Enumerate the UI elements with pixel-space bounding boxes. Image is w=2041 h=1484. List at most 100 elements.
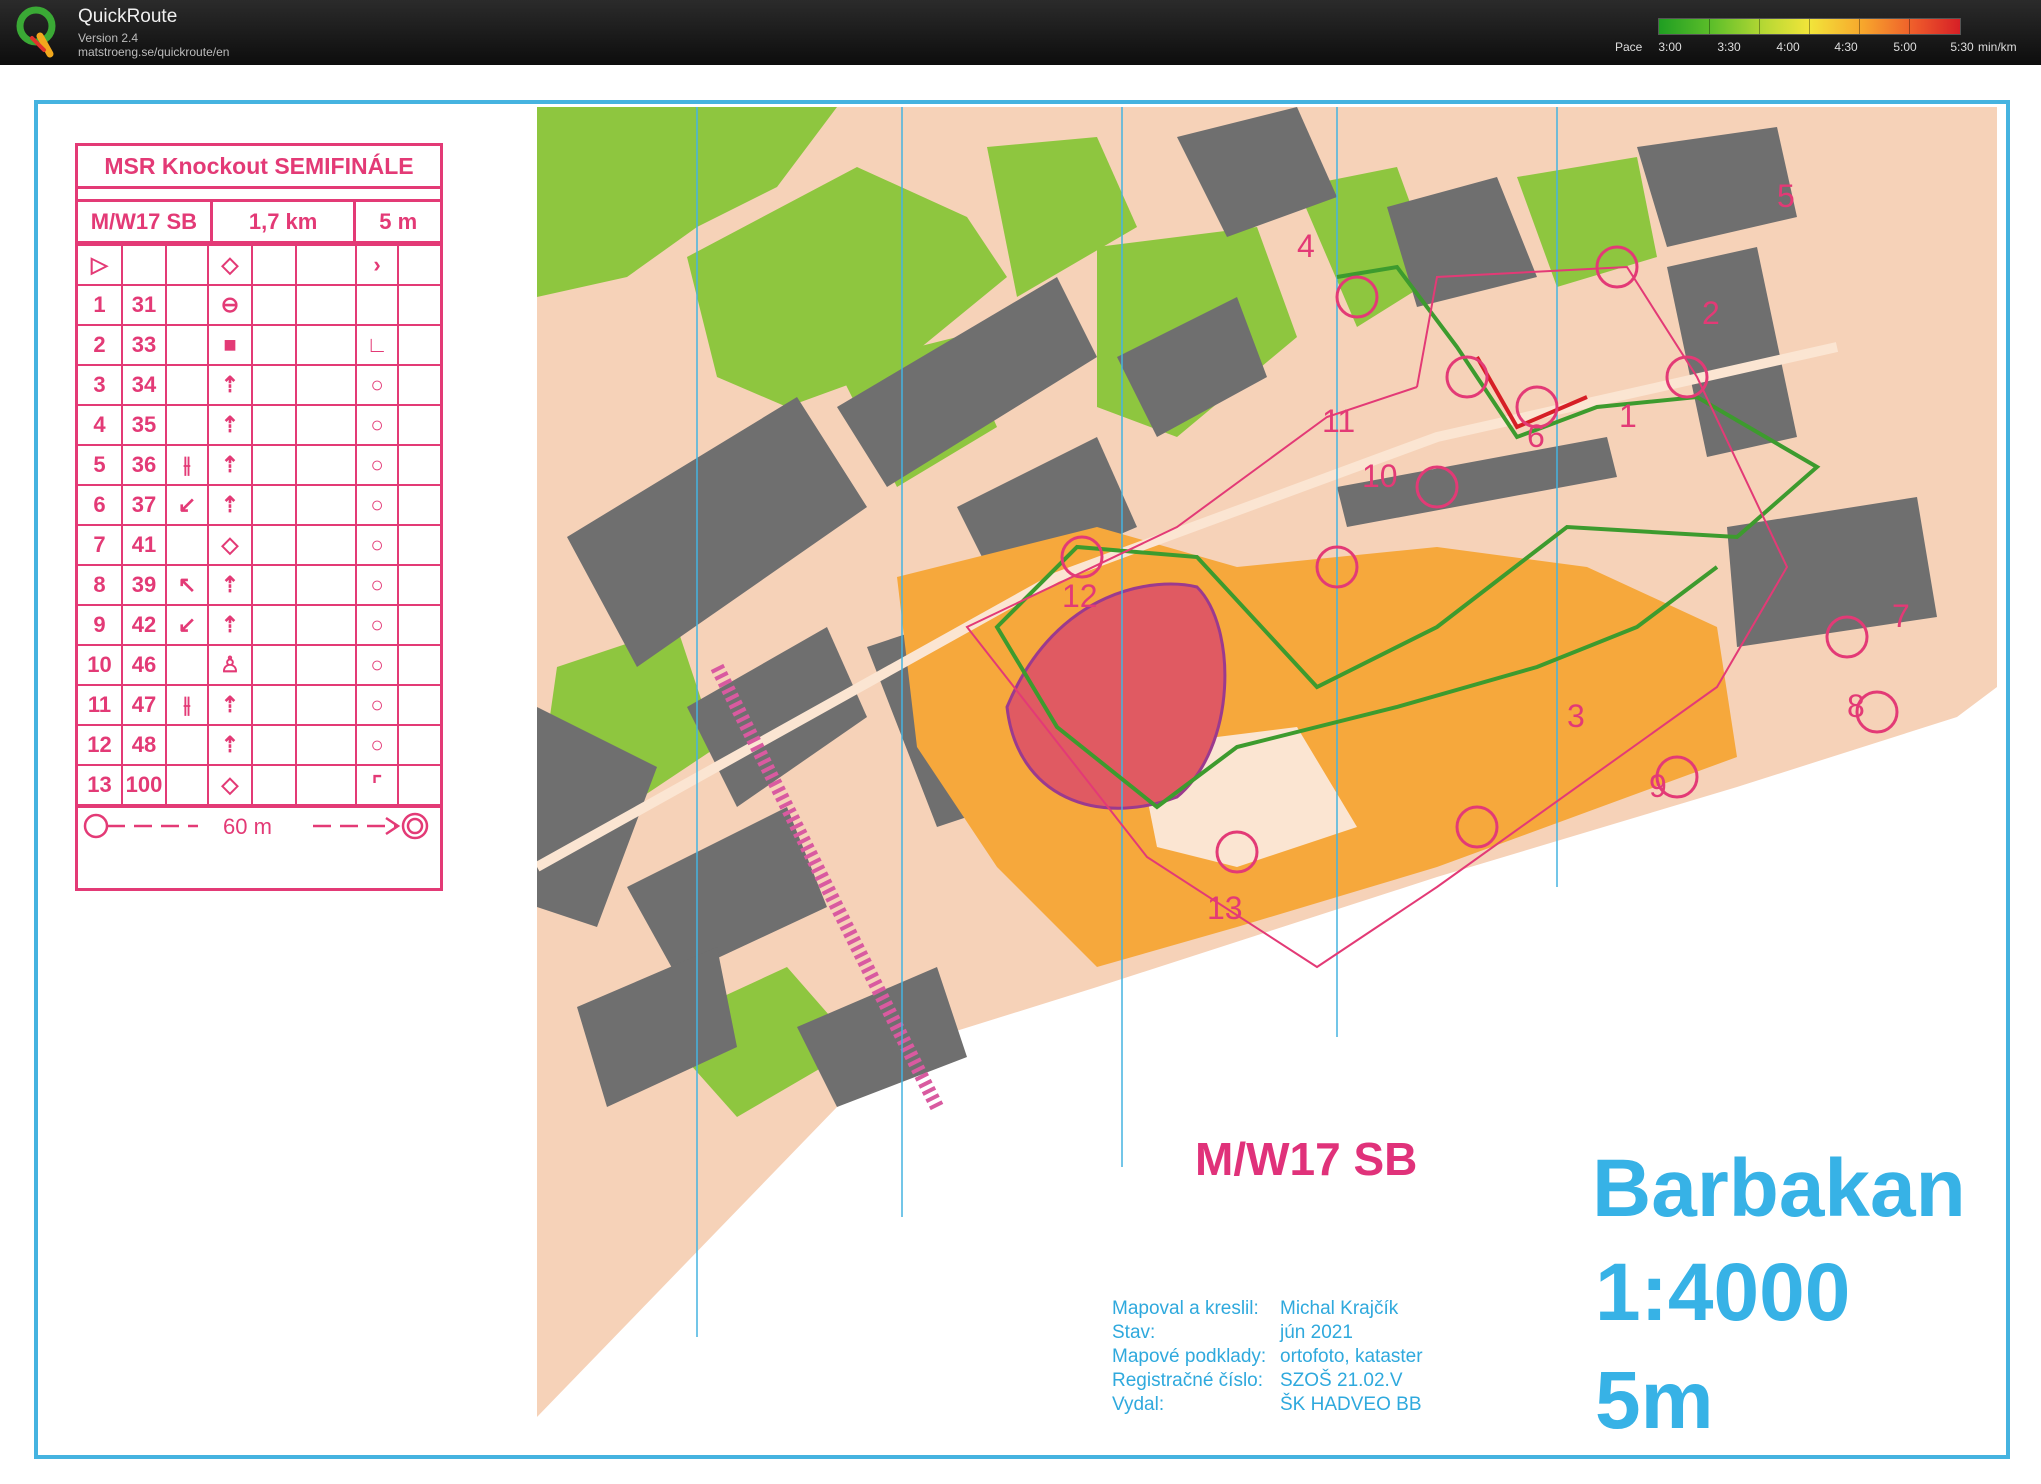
card-cell: 31 bbox=[121, 284, 167, 326]
control-row: 7 41 ◇ ○ bbox=[78, 524, 440, 566]
card-cell bbox=[251, 404, 297, 446]
quickroute-logo-icon bbox=[16, 6, 56, 58]
control-number: 7 bbox=[1892, 598, 1910, 634]
control-row: 5 36 ⫲ ⇡ ○ bbox=[78, 444, 440, 486]
card-cell: 34 bbox=[121, 364, 167, 406]
side-icon: ○ bbox=[355, 444, 399, 486]
card-cell: 39 bbox=[121, 564, 167, 606]
control-number: 12 bbox=[1062, 578, 1098, 614]
card-cell bbox=[397, 764, 440, 806]
card-cell: 6 bbox=[78, 484, 123, 526]
card-cell bbox=[295, 604, 357, 646]
tree-icon: ⇡ bbox=[207, 444, 253, 486]
credit-value: SZOŠ 21.02.V bbox=[1280, 1370, 1403, 1391]
control-description-card: MSR Knockout SEMIFINÁLE M/W17 SB 1,7 km … bbox=[75, 143, 443, 891]
card-cell bbox=[251, 244, 297, 286]
card-cell: 13 bbox=[78, 764, 123, 806]
credit-value: ŠK HADVEO BB bbox=[1280, 1394, 1422, 1415]
control-number: 4 bbox=[1297, 228, 1315, 264]
card-cell bbox=[165, 724, 209, 766]
card-cell: 8 bbox=[78, 564, 123, 606]
control-row: 3 34 ⇡ ○ bbox=[78, 364, 440, 406]
card-cell bbox=[251, 564, 297, 606]
card-cell bbox=[397, 724, 440, 766]
credit-value: Michal Krajčík bbox=[1280, 1298, 1399, 1319]
card-cell bbox=[251, 284, 297, 326]
card-title: MSR Knockout SEMIFINÁLE bbox=[78, 146, 440, 189]
card-cell bbox=[295, 724, 357, 766]
card-cell: 3 bbox=[78, 364, 123, 406]
solid-square-icon: ■ bbox=[207, 324, 253, 366]
pace-tick: 5:00 bbox=[1893, 40, 1917, 54]
control-number: 5 bbox=[1777, 178, 1795, 214]
card-cell: 42 bbox=[121, 604, 167, 646]
card-cell bbox=[397, 484, 440, 526]
card-cell bbox=[397, 644, 440, 686]
card-cell bbox=[295, 564, 357, 606]
card-cell: 41 bbox=[121, 524, 167, 566]
card-cell: 5 bbox=[78, 444, 123, 486]
control-number: 13 bbox=[1207, 890, 1243, 926]
card-cell bbox=[295, 284, 357, 326]
card-cell: 12 bbox=[78, 724, 123, 766]
control-row: 2 33 ■ ∟ bbox=[78, 324, 440, 366]
chevron-right-icon: › bbox=[355, 244, 399, 286]
card-cell bbox=[397, 364, 440, 406]
pit-icon: ⊖ bbox=[207, 284, 253, 326]
pace-tick: 5:30 bbox=[1950, 40, 1974, 54]
control-row: 10 46 ♙ ○ bbox=[78, 644, 440, 686]
title-bar: QuickRoute Version 2.4 matstroeng.se/qui… bbox=[0, 0, 2041, 65]
pace-unit: min/km bbox=[1978, 40, 2017, 54]
pace-legend: Pace 3:00 3:30 4:00 4:30 5:00 5:30 min/k… bbox=[1610, 18, 2041, 58]
card-cell: 46 bbox=[121, 644, 167, 686]
credit-key: Vydal: bbox=[1112, 1394, 1165, 1415]
side-icon: ○ bbox=[355, 404, 399, 446]
card-cell bbox=[397, 684, 440, 726]
card-cell bbox=[165, 524, 209, 566]
card-cell bbox=[397, 564, 440, 606]
card-cell: 4 bbox=[78, 404, 123, 446]
arrow-down-left-icon: ↙ bbox=[165, 484, 209, 526]
control-number: 6 bbox=[1527, 418, 1545, 454]
card-cell bbox=[295, 444, 357, 486]
card-cell: 2 bbox=[78, 324, 123, 366]
arrow-up-left-icon: ↖ bbox=[165, 564, 209, 606]
course-length: 1,7 km bbox=[213, 202, 357, 241]
pace-tick: 4:30 bbox=[1834, 40, 1858, 54]
card-cell: 100 bbox=[121, 764, 167, 806]
credit-key: Mapoval a kreslil: bbox=[1112, 1298, 1259, 1319]
card-cell: 48 bbox=[121, 724, 167, 766]
card-cell bbox=[251, 604, 297, 646]
card-cell bbox=[165, 364, 209, 406]
card-cell: 35 bbox=[121, 404, 167, 446]
card-cell bbox=[251, 764, 297, 806]
map-credits: Mapoval a kreslil: Michal Krajčík Stav: jú… bbox=[1112, 1297, 1423, 1417]
card-cell bbox=[165, 764, 209, 806]
course-climb: 5 m bbox=[379, 208, 418, 234]
start-triangle-icon: ▷ bbox=[78, 244, 123, 286]
card-cell bbox=[397, 244, 440, 286]
tree-icon: ⇡ bbox=[207, 404, 253, 446]
card-cell bbox=[251, 644, 297, 686]
card-cell bbox=[397, 444, 440, 486]
card-divider bbox=[78, 189, 440, 202]
side-icon: ○ bbox=[355, 564, 399, 606]
side-icon: ○ bbox=[355, 684, 399, 726]
control-number: 1 bbox=[1619, 398, 1637, 434]
card-header: M/W17 SB 1,7 km 5 m bbox=[78, 202, 440, 244]
card-cell bbox=[165, 644, 209, 686]
card-cell bbox=[251, 684, 297, 726]
side-icon: ○ bbox=[355, 484, 399, 526]
map-name: Barbakan bbox=[1592, 1143, 1966, 1234]
control-row: 9 42 ↙ ⇡ ○ bbox=[78, 604, 440, 646]
credit-key: Stav: bbox=[1112, 1322, 1156, 1343]
course-name: M/W17 SB bbox=[78, 202, 213, 241]
card-cell: 9 bbox=[78, 604, 123, 646]
card-cell bbox=[295, 644, 357, 686]
app-url[interactable]: matstroeng.se/quickroute/en bbox=[78, 45, 229, 59]
pace-tick: 3:00 bbox=[1658, 40, 1682, 54]
card-cell bbox=[165, 244, 209, 286]
card-cell bbox=[295, 524, 357, 566]
card-cell bbox=[295, 244, 357, 286]
card-cell bbox=[397, 404, 440, 446]
